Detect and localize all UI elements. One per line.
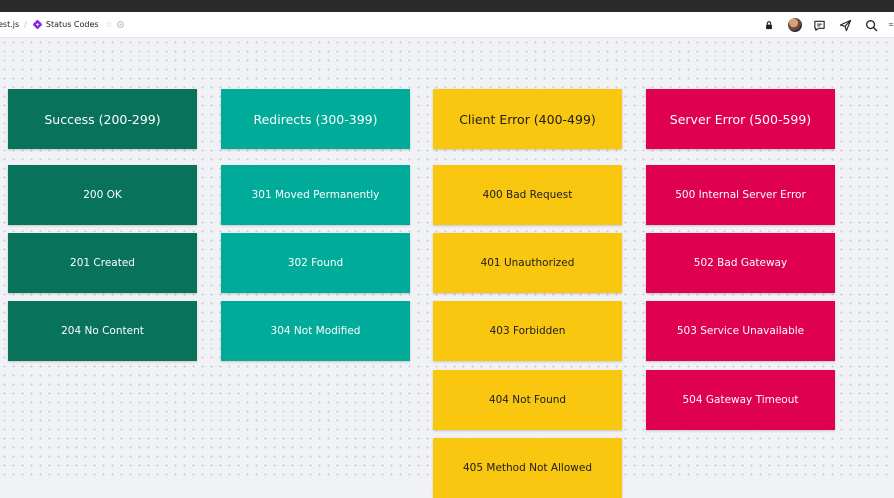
- sticky-note-201-created[interactable]: 201 Created: [8, 233, 197, 293]
- board-icon: [32, 20, 42, 29]
- avatar[interactable]: [788, 18, 802, 32]
- board-toolbar: est.js / Status Codes ☆: [0, 12, 894, 38]
- sticky-note-header-server-error[interactable]: Server Error (500-599): [646, 89, 835, 149]
- sticky-note-200-ok[interactable]: 200 OK: [8, 165, 197, 225]
- sticky-note-header-redirects[interactable]: Redirects (300-399): [221, 89, 410, 149]
- sticky-note-header-client-error[interactable]: Client Error (400-499): [433, 89, 622, 149]
- sticky-note-304-not-modified[interactable]: 304 Not Modified: [221, 301, 410, 361]
- sticky-note-404-not-found[interactable]: 404 Not Found: [433, 370, 622, 430]
- sticky-note-401-unauthorized[interactable]: 401 Unauthorized: [433, 233, 622, 293]
- more-icon[interactable]: [888, 16, 894, 34]
- gear-icon[interactable]: [116, 21, 124, 28]
- board-title[interactable]: Status Codes: [46, 20, 99, 29]
- sticky-note-header-success[interactable]: Success (200-299): [8, 89, 197, 149]
- send-icon[interactable]: [836, 16, 854, 34]
- sticky-note-301-moved-permanently[interactable]: 301 Moved Permanently: [221, 165, 410, 225]
- sticky-note-403-forbidden[interactable]: 403 Forbidden: [433, 301, 622, 361]
- breadcrumb-separator: /: [24, 20, 27, 29]
- comment-icon[interactable]: [810, 16, 828, 34]
- sticky-note-504-gateway-timeout[interactable]: 504 Gateway Timeout: [646, 370, 835, 430]
- sticky-note-500-internal-server-error[interactable]: 500 Internal Server Error: [646, 165, 835, 225]
- sticky-note-502-bad-gateway[interactable]: 502 Bad Gateway: [646, 233, 835, 293]
- star-icon[interactable]: ☆: [105, 20, 113, 30]
- board-canvas[interactable]: Success (200-299) 200 OK 201 Created 204…: [0, 38, 894, 498]
- sticky-note-302-found[interactable]: 302 Found: [221, 233, 410, 293]
- window-top-bar: [0, 0, 894, 12]
- sticky-note-405-method-not-allowed[interactable]: 405 Method Not Allowed: [433, 438, 622, 498]
- breadcrumb: est.js / Status Codes ☆: [0, 12, 124, 38]
- lock-icon[interactable]: [760, 16, 778, 34]
- sticky-note-503-service-unavailable[interactable]: 503 Service Unavailable: [646, 301, 835, 361]
- breadcrumb-file[interactable]: est.js: [0, 20, 19, 29]
- sticky-note-204-no-content[interactable]: 204 No Content: [8, 301, 197, 361]
- toolbar-actions: [752, 12, 894, 38]
- search-icon[interactable]: [862, 16, 880, 34]
- sticky-note-400-bad-request[interactable]: 400 Bad Request: [433, 165, 622, 225]
